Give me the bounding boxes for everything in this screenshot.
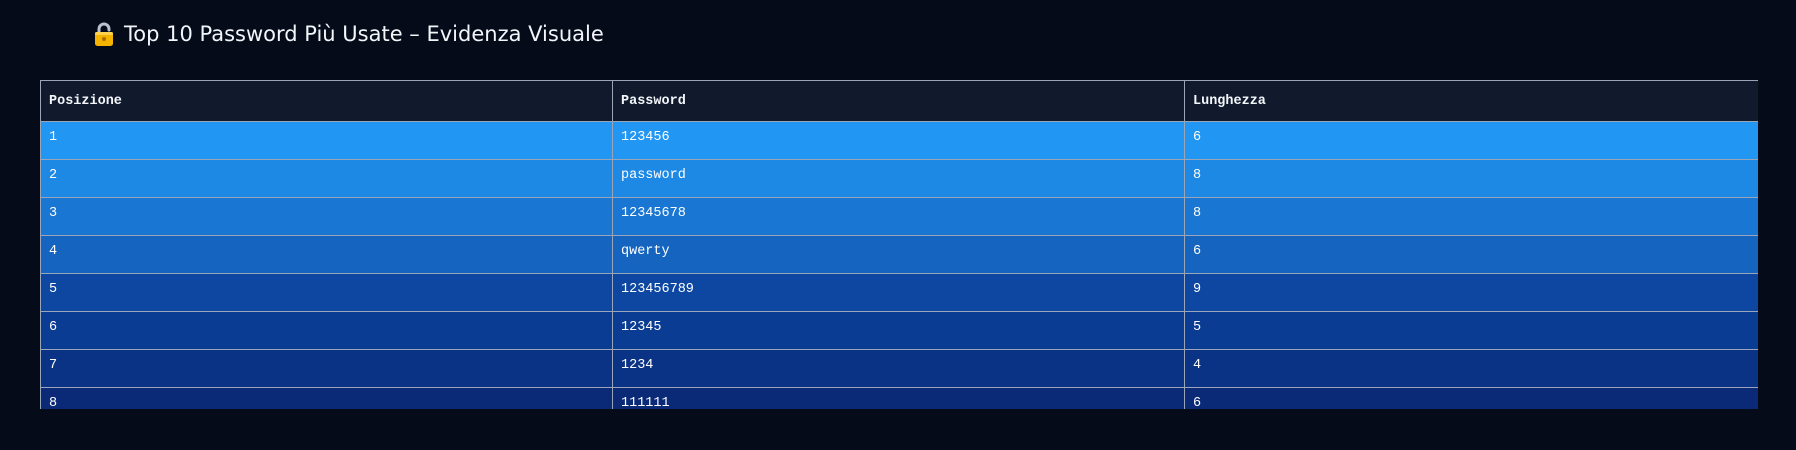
cell-password: 123456 <box>612 121 1185 160</box>
lock-icon <box>92 21 116 47</box>
table-row: 7 1234 4 <box>40 349 1758 388</box>
table-row: 6 12345 5 <box>40 311 1758 350</box>
cell-position: 7 <box>40 349 613 388</box>
table-row: 1 123456 6 <box>40 121 1758 160</box>
cell-length: 6 <box>1184 235 1758 274</box>
cell-length: 8 <box>1184 197 1758 236</box>
table-row: 5 123456789 9 <box>40 273 1758 312</box>
table-row: 8 111111 6 <box>40 387 1758 409</box>
cell-length: 5 <box>1184 311 1758 350</box>
page-title: Top 10 Password Più Usate – Evidenza Vis… <box>92 18 604 50</box>
table-header-row: Posizione Password Lunghezza <box>40 80 1758 122</box>
cell-position: 2 <box>40 159 613 198</box>
table-row: 2 password 8 <box>40 159 1758 198</box>
cell-password: qwerty <box>612 235 1185 274</box>
cell-length: 4 <box>1184 349 1758 388</box>
cell-position: 3 <box>40 197 613 236</box>
column-header-length: Lunghezza <box>1184 80 1758 122</box>
cell-password: 12345678 <box>612 197 1185 236</box>
cell-position: 4 <box>40 235 613 274</box>
cell-password: 123456789 <box>612 273 1185 312</box>
cell-length: 9 <box>1184 273 1758 312</box>
column-header-position: Posizione <box>40 80 613 122</box>
cell-password: 12345 <box>612 311 1185 350</box>
cell-position: 5 <box>40 273 613 312</box>
table-row: 3 12345678 8 <box>40 197 1758 236</box>
cell-length: 6 <box>1184 121 1758 160</box>
cell-password: 111111 <box>612 387 1185 409</box>
table-row: 4 qwerty 6 <box>40 235 1758 274</box>
column-header-password: Password <box>612 80 1185 122</box>
cell-position: 6 <box>40 311 613 350</box>
password-table: Posizione Password Lunghezza 1 123456 6 2 pa… <box>40 80 1758 409</box>
cell-length: 6 <box>1184 387 1758 409</box>
cell-length: 8 <box>1184 159 1758 198</box>
cell-password: password <box>612 159 1185 198</box>
cell-password: 1234 <box>612 349 1185 388</box>
password-table-container[interactable]: Posizione Password Lunghezza 1 123456 6 2 pa… <box>40 80 1758 409</box>
cell-position: 8 <box>40 387 613 409</box>
page-title-text: Top 10 Password Più Usate – Evidenza Vis… <box>124 22 604 46</box>
cell-position: 1 <box>40 121 613 160</box>
